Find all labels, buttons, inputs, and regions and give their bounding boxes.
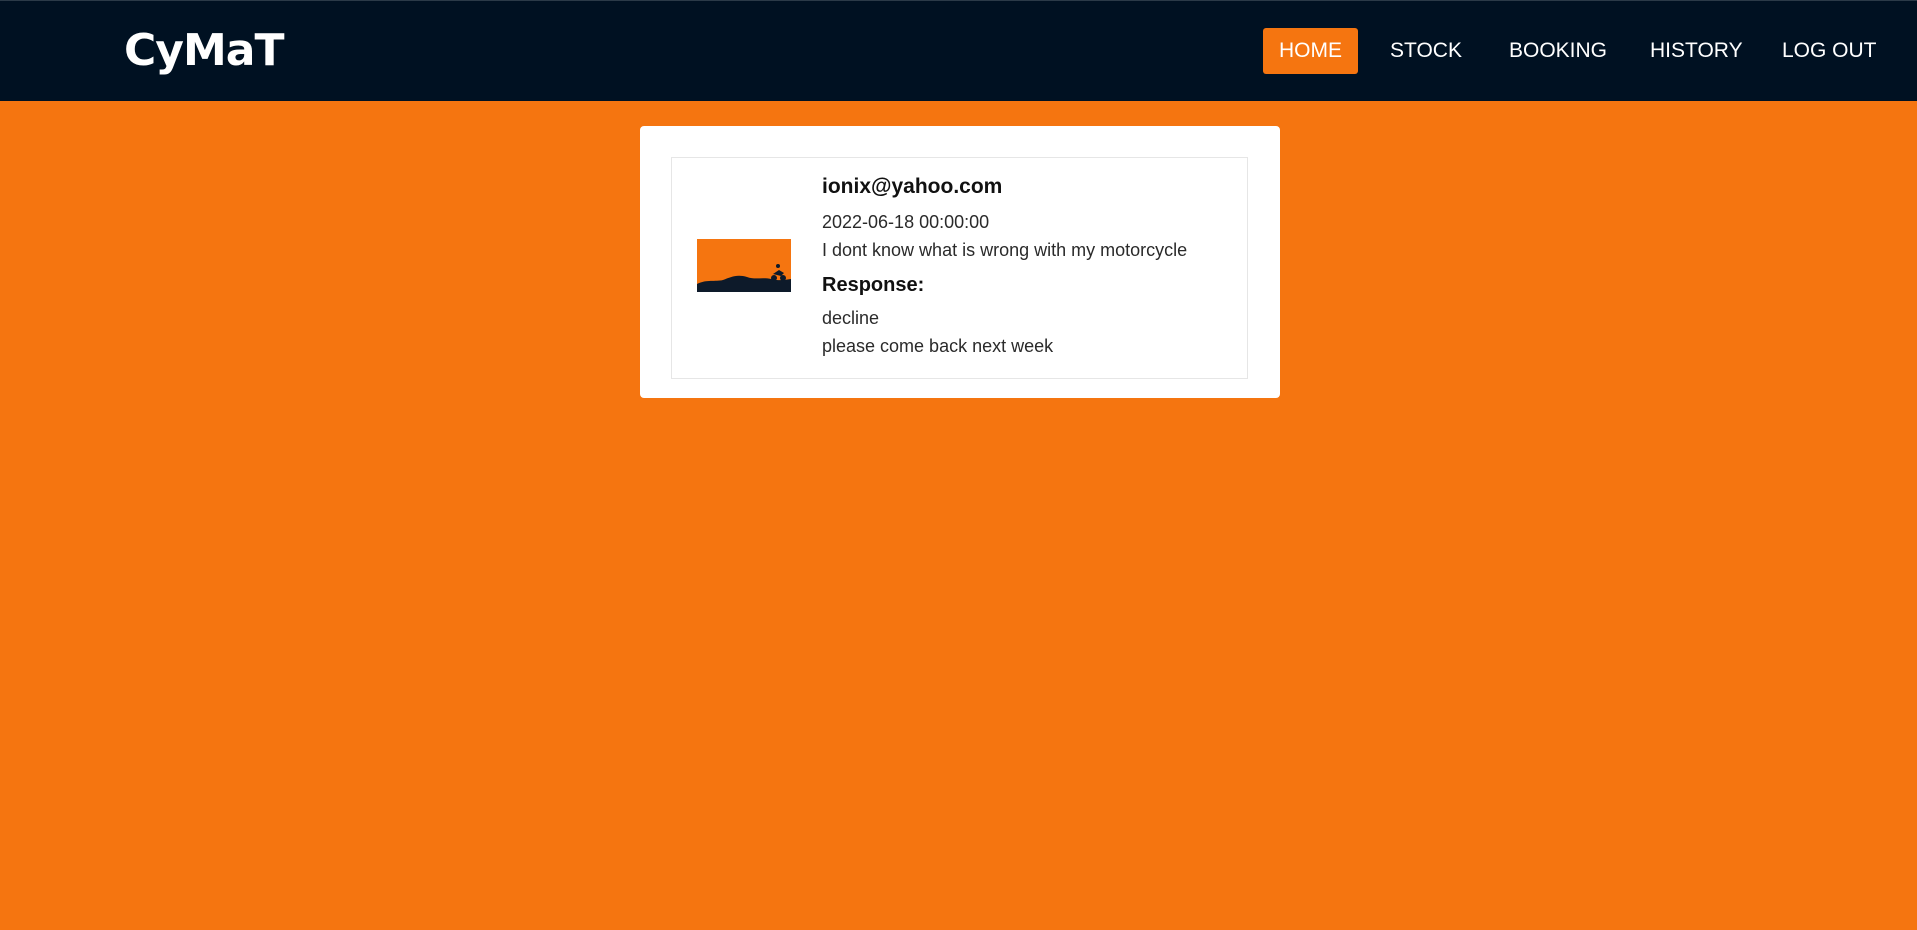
nav-home[interactable]: HOME [1263, 28, 1358, 74]
nav-booking[interactable]: BOOKING [1509, 28, 1607, 74]
response-status: decline [822, 308, 880, 328]
entry-email: ionix@yahoo.com [822, 175, 1003, 198]
motorcycle-image [697, 239, 791, 292]
nav-history[interactable]: HISTORY [1650, 28, 1743, 74]
nav-logout[interactable]: LOG OUT [1782, 28, 1877, 74]
navbar: CyMaT HOME STOCK BOOKING HISTORY LOG OUT [0, 0, 1917, 101]
history-entry: ionix@yahoo.com 2022-06-18 00:00:00 I do… [671, 157, 1248, 379]
history-card: ionix@yahoo.com 2022-06-18 00:00:00 I do… [640, 126, 1280, 398]
entry-message: I dont know what is wrong with my motorc… [822, 240, 1188, 260]
brand-logo[interactable]: CyMaT [124, 25, 284, 77]
response-label: Response: [822, 274, 925, 296]
entry-info: ionix@yahoo.com 2022-06-18 00:00:00 I do… [822, 172, 1242, 360]
response-text: please come back next week [822, 336, 1054, 356]
entry-datetime: 2022-06-18 00:00:00 [822, 212, 990, 232]
nav-stock[interactable]: STOCK [1390, 28, 1462, 74]
